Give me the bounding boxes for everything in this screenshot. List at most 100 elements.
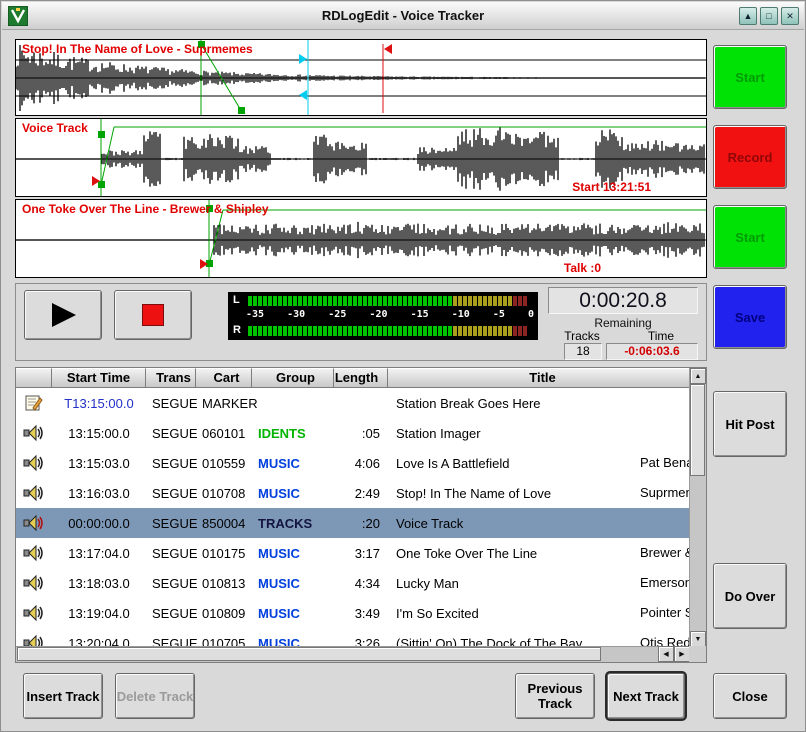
track1-title: Stop! In The Name of Love - Suprmemes bbox=[22, 42, 253, 56]
cell-cart: 060101 bbox=[196, 418, 252, 448]
meter-scale-label: -15 bbox=[411, 309, 429, 322]
row-icon-cell bbox=[16, 478, 52, 508]
window-title: RDLogEdit - Voice Tracker bbox=[2, 8, 804, 23]
cell-length: 4:06 bbox=[334, 448, 388, 478]
title-text: I'm So Excited bbox=[396, 606, 479, 621]
cell-trans: SEGUE bbox=[146, 628, 196, 648]
waveform-track-2[interactable]: Voice Track Start 13:21:51 bbox=[15, 118, 707, 197]
play-icon bbox=[48, 301, 78, 329]
cell-title: Lucky ManEmerson, L bbox=[388, 568, 690, 598]
record-button[interactable]: Record bbox=[713, 125, 787, 189]
maximize-button[interactable]: □ bbox=[760, 7, 778, 25]
insert-track-button[interactable]: Insert Track bbox=[23, 673, 103, 719]
table-row[interactable]: T13:15:00.0SEGUEMARKERStation Break Goes… bbox=[16, 388, 690, 418]
save-button[interactable]: Save bbox=[713, 285, 787, 349]
speaker-icon bbox=[23, 484, 45, 502]
remaining-time-label: Time bbox=[630, 329, 692, 343]
cell-title: Station Imager bbox=[388, 418, 690, 448]
hit-post-button[interactable]: Hit Post bbox=[713, 391, 787, 457]
meter-left-row bbox=[248, 296, 527, 306]
table-row[interactable]: 13:17:04.0SEGUE010175MUSIC3:17One Toke O… bbox=[16, 538, 690, 568]
delete-track-button[interactable]: Delete Track bbox=[115, 673, 195, 719]
header-trans[interactable]: Trans bbox=[146, 368, 196, 388]
table-row[interactable]: 13:19:04.0SEGUE010809MUSIC3:49I'm So Exc… bbox=[16, 598, 690, 628]
vertical-scroll-thumb[interactable] bbox=[690, 384, 705, 476]
cell-group bbox=[252, 388, 334, 418]
cell-title: One Toke Over The Line Brewer & S bbox=[388, 538, 690, 568]
track3-title: One Toke Over The Line - Brewer & Shiple… bbox=[22, 202, 269, 216]
horizontal-scrollbar[interactable]: ◀ ▶ bbox=[16, 646, 691, 662]
cell-length: 3:17 bbox=[334, 538, 388, 568]
next-track-button[interactable]: Next Track bbox=[607, 673, 685, 719]
table-row[interactable]: 13:15:03.0SEGUE010559MUSIC4:06Love Is A … bbox=[16, 448, 690, 478]
play-button[interactable] bbox=[24, 290, 102, 340]
meter-scale-label: -25 bbox=[328, 309, 346, 322]
speaker-icon bbox=[23, 424, 45, 442]
table-row[interactable]: 13:18:03.0SEGUE010813MUSIC4:34Lucky ManE… bbox=[16, 568, 690, 598]
table-row[interactable]: 13:20:04.0SEGUE010705MUSIC3:26(Sittin' O… bbox=[16, 628, 690, 648]
previous-track-button[interactable]: Previous Track bbox=[515, 673, 595, 719]
cell-trans: SEGUE bbox=[146, 448, 196, 478]
cell-title: Stop! In The Name of LoveSuprmemes bbox=[388, 478, 690, 508]
row-icon-cell bbox=[16, 628, 52, 648]
cell-start-time: 13:15:00.0 bbox=[52, 418, 146, 448]
cell-title: Love Is A BattlefieldPat Benatar bbox=[388, 448, 690, 478]
title-text: One Toke Over The Line bbox=[396, 546, 537, 561]
track2-title: Voice Track bbox=[22, 121, 88, 135]
title-text: Love Is A Battlefield bbox=[396, 456, 509, 471]
waveform-track-3[interactable]: One Toke Over The Line - Brewer & Shiple… bbox=[15, 199, 707, 278]
transport-panel: L -35-30-25-20-15-10-50 R 0:00:20.8 Rema… bbox=[15, 283, 707, 361]
header-length[interactable]: Length bbox=[334, 368, 388, 388]
cell-length: 3:26 bbox=[334, 628, 388, 648]
close-window-button[interactable]: ✕ bbox=[781, 7, 799, 25]
cell-start-time: 13:15:03.0 bbox=[52, 448, 146, 478]
voice-tracker-window: RDLogEdit - Voice Tracker ▲ □ ✕ Stop! In… bbox=[0, 0, 806, 732]
header-cart[interactable]: Cart bbox=[196, 368, 252, 388]
close-button[interactable]: Close bbox=[713, 673, 787, 719]
cell-cart: 850004 bbox=[196, 508, 252, 538]
cell-cart: 010175 bbox=[196, 538, 252, 568]
speaker-icon bbox=[23, 454, 45, 472]
header-start-time[interactable]: Start Time bbox=[52, 368, 146, 388]
meter-scale-label: -20 bbox=[369, 309, 387, 322]
start-track1-button[interactable]: Start bbox=[713, 45, 787, 109]
cell-group: MUSIC bbox=[252, 538, 334, 568]
scroll-right-button[interactable]: ▶ bbox=[674, 646, 690, 662]
horizontal-scroll-thumb[interactable] bbox=[17, 647, 601, 661]
cell-artist: Pointer Sist bbox=[640, 605, 690, 620]
stop-button[interactable] bbox=[114, 290, 192, 340]
do-over-button[interactable]: Do Over bbox=[713, 563, 787, 629]
row-icon-cell bbox=[16, 598, 52, 628]
title-text: Station Imager bbox=[396, 426, 481, 441]
cell-cart: 010705 bbox=[196, 628, 252, 648]
cell-group: TRACKS bbox=[252, 508, 334, 538]
titlebar[interactable]: RDLogEdit - Voice Tracker ▲ □ ✕ bbox=[2, 2, 804, 30]
cell-artist: Brewer & S bbox=[640, 545, 690, 560]
row-icon-cell bbox=[16, 388, 52, 418]
table-row[interactable]: 00:00:00.0SEGUE850004TRACKS:20Voice Trac… bbox=[16, 508, 690, 538]
scroll-left-button[interactable]: ◀ bbox=[658, 646, 674, 662]
cell-trans: SEGUE bbox=[146, 538, 196, 568]
cell-length: :20 bbox=[334, 508, 388, 538]
shade-button[interactable]: ▲ bbox=[739, 7, 757, 25]
row-icon-cell bbox=[16, 508, 52, 538]
scroll-down-button[interactable]: ▼ bbox=[690, 631, 706, 647]
meter-scale-label: -10 bbox=[452, 309, 470, 322]
cell-trans: SEGUE bbox=[146, 478, 196, 508]
cell-title: Station Break Goes Here bbox=[388, 388, 690, 418]
cell-group: MUSIC bbox=[252, 598, 334, 628]
scroll-up-button[interactable]: ▲ bbox=[690, 368, 706, 384]
remaining-tracks-value: 18 bbox=[564, 343, 602, 360]
waveform-track-1[interactable]: Stop! In The Name of Love - Suprmemes bbox=[15, 39, 707, 116]
table-row[interactable]: 13:16:03.0SEGUE010708MUSIC2:49Stop! In T… bbox=[16, 478, 690, 508]
header-icon-col[interactable] bbox=[16, 368, 52, 388]
speaker-icon bbox=[23, 514, 45, 532]
start-track3-button[interactable]: Start bbox=[713, 205, 787, 269]
vertical-scrollbar[interactable]: ▲ ▼ bbox=[689, 368, 706, 648]
cell-cart: 010813 bbox=[196, 568, 252, 598]
cell-cart: 010708 bbox=[196, 478, 252, 508]
header-group[interactable]: Group bbox=[252, 368, 334, 388]
header-title[interactable]: Title bbox=[388, 368, 690, 388]
meter-scale-label: -35 bbox=[246, 309, 264, 322]
table-row[interactable]: 13:15:00.0SEGUE060101IDENTS:05Station Im… bbox=[16, 418, 690, 448]
